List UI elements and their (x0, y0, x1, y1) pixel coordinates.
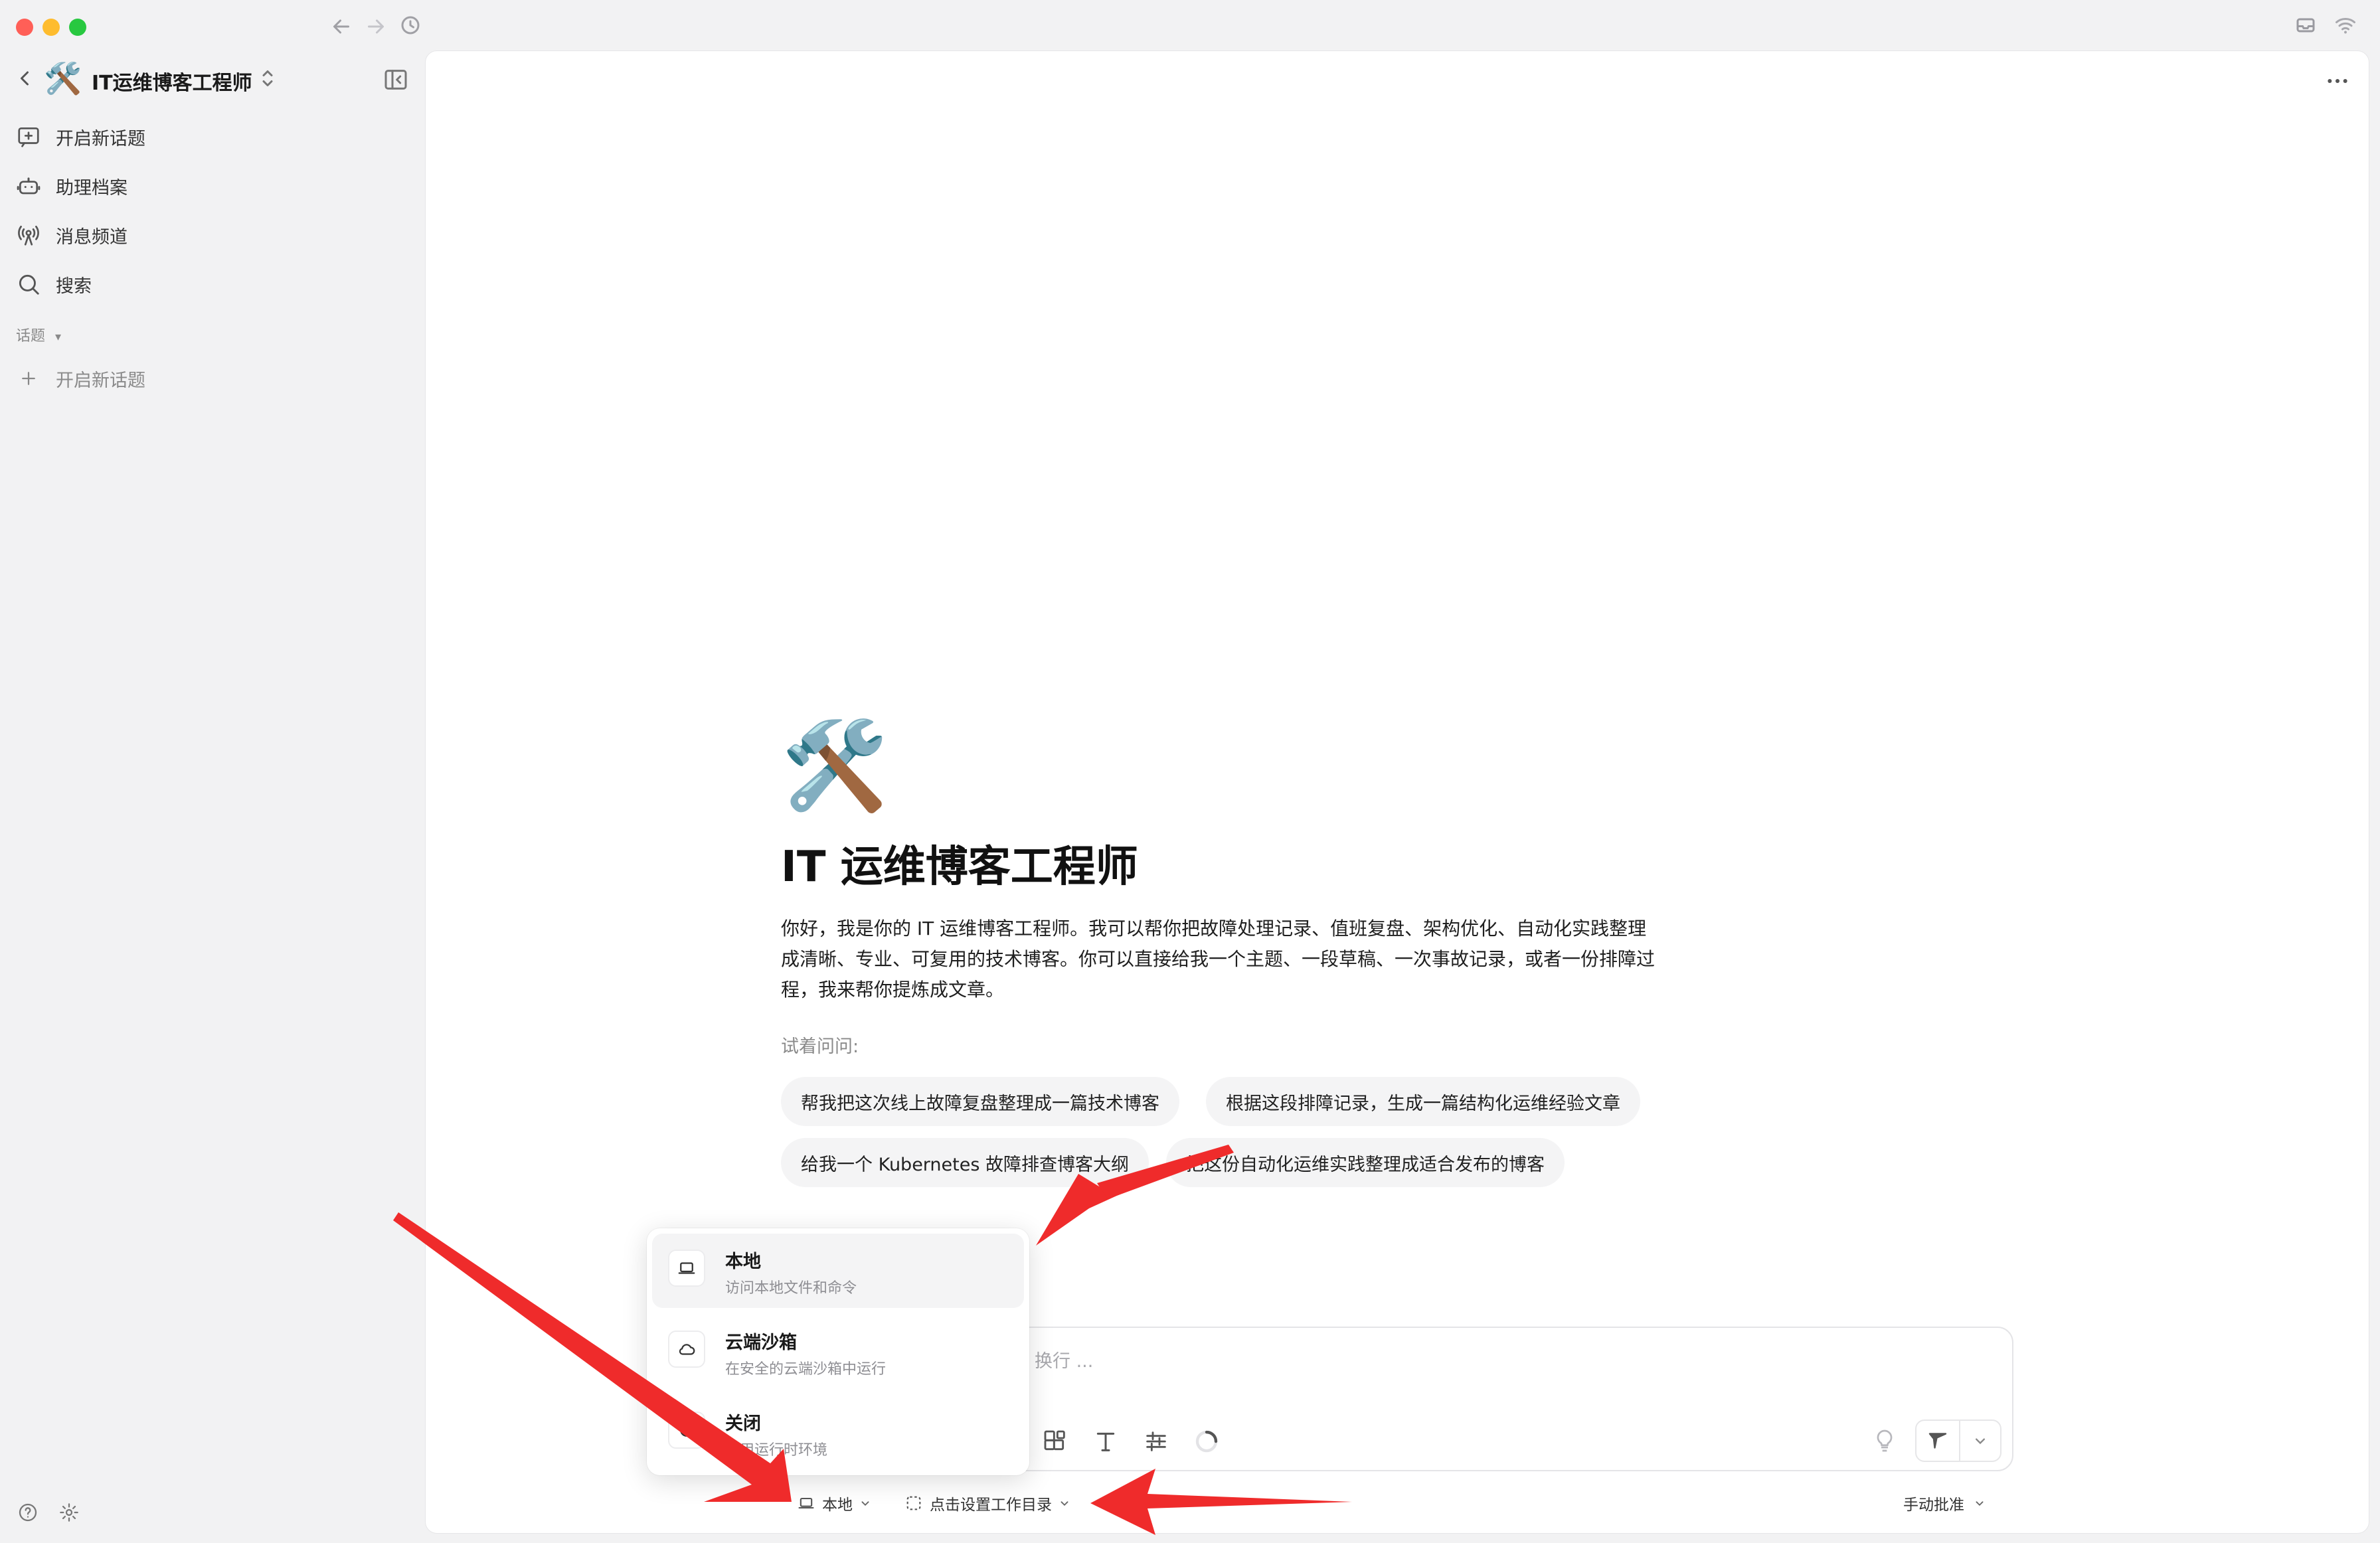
text-format-icon[interactable] (1089, 1425, 1122, 1458)
new-chat-icon (15, 123, 42, 151)
env-option-title: 关闭 (725, 1414, 761, 1434)
env-option-subtitle: 在安全的云端沙箱中运行 (725, 1361, 887, 1378)
plus-icon (15, 365, 42, 392)
inbox-icon[interactable] (2294, 13, 2318, 37)
plugins-icon[interactable] (1039, 1425, 1072, 1458)
page-title: IT 运维博客工程师 (781, 843, 1138, 892)
approval-label: 手动批准 (1903, 1497, 1964, 1514)
approval-mode-selector[interactable]: 手动批准 (1903, 1489, 1987, 1518)
minimize-window-button[interactable] (42, 19, 60, 36)
new-topic-button[interactable]: 开启新话题 (15, 359, 386, 398)
help-icon[interactable] (17, 1502, 39, 1523)
send-button[interactable] (1916, 1421, 1960, 1461)
agent-description: 你好，我是你的 IT 运维博客工程师。我可以帮你把故障处理记录、值班复盘、架构优… (781, 918, 1656, 1001)
zoom-window-button[interactable] (69, 19, 86, 36)
suggestion-chip[interactable]: 把这份自动化运维实践整理成适合发布的博客 (1166, 1138, 1565, 1187)
new-topic-label: 开启新话题 (56, 370, 145, 391)
loading-spinner-icon (1190, 1425, 1223, 1458)
sidebar-item-label: 助理档案 (56, 177, 128, 199)
bot-icon (15, 172, 42, 200)
suggestion-chip[interactable]: 给我一个 Kubernetes 故障排查博客大纲 (781, 1138, 1149, 1187)
topics-section-toggle[interactable]: 话题 ▾ (16, 324, 61, 345)
workdir-selector[interactable]: 点击设置工作目录 (904, 1489, 1072, 1518)
collapse-sidebar-icon[interactable] (382, 66, 409, 93)
env-option-off[interactable]: 关闭 禁用运行时环境 (652, 1396, 1024, 1470)
env-option-title: 云端沙箱 (725, 1333, 797, 1353)
folder-dashed-icon (904, 1494, 923, 1512)
suggestions-label: 试着问问: (781, 1036, 859, 1057)
sidebar-item-label: 开启新话题 (56, 128, 145, 149)
chevron-down-icon (1972, 1496, 1987, 1510)
runtime-env-selector[interactable]: 本地 (797, 1489, 873, 1518)
agent-avatar: 🛠️ (44, 60, 82, 96)
agent-large-avatar: 🛠️ (781, 715, 889, 816)
env-option-local[interactable]: 本地 访问本地文件和命令 (652, 1234, 1024, 1308)
settings-icon[interactable] (58, 1502, 80, 1523)
sidebar-item-channels[interactable]: 消息频道 (15, 215, 386, 255)
runtime-env-label: 本地 (822, 1497, 853, 1514)
search-icon (15, 270, 42, 298)
chevron-down-icon (858, 1496, 873, 1510)
broadcast-icon (15, 221, 42, 249)
env-option-subtitle: 禁用运行时环境 (725, 1442, 828, 1459)
laptop-icon (668, 1250, 705, 1287)
sidebar-item-profile[interactable]: 助理档案 (15, 166, 386, 206)
sidebar-item-label: 搜索 (56, 276, 92, 297)
laptop-icon (797, 1494, 815, 1512)
arrow-right-icon[interactable] (364, 15, 388, 39)
runtime-env-menu: 本地 访问本地文件和命令 云端沙箱 在安全的云端沙箱中运行 关闭 禁用运行时环境 (647, 1228, 1029, 1475)
section-label: 话题 (16, 328, 46, 345)
more-icon[interactable] (2324, 68, 2351, 94)
sidebar-item-new-topic[interactable]: 开启新话题 (15, 117, 386, 157)
workdir-label: 点击设置工作目录 (930, 1497, 1052, 1514)
suggestion-chip[interactable]: 帮我把这次线上故障复盘整理成一篇技术博客 (781, 1077, 1179, 1126)
env-option-title: 本地 (725, 1252, 761, 1272)
disabled-icon (668, 1412, 705, 1449)
send-button-group (1915, 1420, 2001, 1462)
send-options-chevron-icon[interactable] (1960, 1421, 2000, 1461)
close-window-button[interactable] (16, 19, 33, 36)
chevron-down-icon (1057, 1496, 1072, 1510)
back-button[interactable] (15, 66, 35, 90)
sliders-icon[interactable] (1140, 1425, 1173, 1458)
suggestion-chip[interactable]: 根据这段排障记录，生成一篇结构化运维经验文章 (1206, 1077, 1640, 1126)
agent-name[interactable]: IT运维博客工程师 (92, 66, 252, 96)
arrow-left-icon[interactable] (329, 15, 353, 39)
env-option-subtitle: 访问本地文件和命令 (725, 1280, 857, 1297)
sidebar-item-label: 消息频道 (56, 226, 128, 248)
caret-down-icon: ▾ (55, 330, 62, 344)
input-placeholder: 换行 ... (1035, 1351, 1094, 1372)
lightbulb-icon[interactable] (1871, 1426, 1898, 1455)
sidebar-item-search[interactable]: 搜索 (15, 264, 386, 304)
cloud-icon (668, 1331, 705, 1368)
switch-agent-icon[interactable] (258, 66, 278, 90)
env-option-cloud[interactable]: 云端沙箱 在安全的云端沙箱中运行 (652, 1315, 1024, 1389)
wifi-icon (2334, 13, 2357, 37)
clock-icon[interactable] (398, 13, 422, 37)
